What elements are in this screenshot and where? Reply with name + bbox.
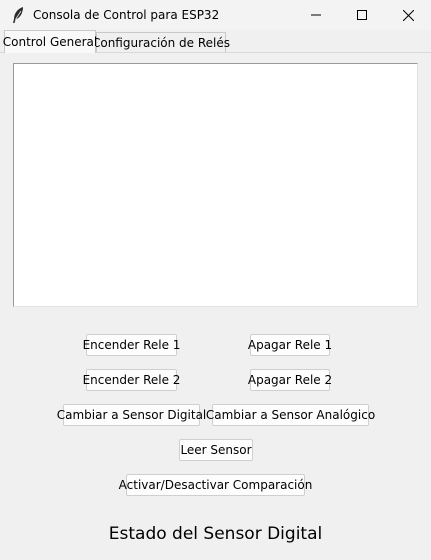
- minimize-button[interactable]: [293, 0, 339, 30]
- encender-rele-1-button[interactable]: Encender Rele 1: [83, 334, 180, 356]
- leer-sensor-button[interactable]: Leer Sensor: [179, 439, 253, 461]
- tab-control-general[interactable]: Control General: [2, 30, 98, 53]
- close-button[interactable]: [385, 0, 431, 30]
- activar-desactivar-comparacion-button[interactable]: Activar/Desactivar Comparación: [119, 474, 312, 496]
- encender-rele-2-button[interactable]: Encender Rele 2: [83, 369, 180, 391]
- maximize-icon: [357, 10, 367, 20]
- close-icon: [402, 9, 414, 21]
- tab-label: Control General: [2, 35, 98, 49]
- console-output[interactable]: [13, 63, 418, 307]
- title-bar: Consola de Control para ESP32: [0, 0, 431, 30]
- tab-label: Configuración de Relés: [91, 35, 231, 50]
- tab-configuracion-reles[interactable]: Configuración de Relés: [92, 32, 230, 52]
- apagar-rele-2-button[interactable]: Apagar Rele 2: [248, 369, 332, 391]
- apagar-rele-1-button[interactable]: Apagar Rele 1: [248, 334, 332, 356]
- feather-icon: [11, 6, 25, 24]
- cambiar-sensor-analogico-button[interactable]: Cambiar a Sensor Analógico: [206, 404, 375, 426]
- minimize-icon: [311, 10, 321, 20]
- cambiar-sensor-digital-button[interactable]: Cambiar a Sensor Digital: [57, 404, 206, 426]
- sensor-status-label: Estado del Sensor Digital: [108, 524, 323, 544]
- window-title: Consola de Control para ESP32: [33, 8, 220, 22]
- maximize-button[interactable]: [339, 0, 385, 30]
